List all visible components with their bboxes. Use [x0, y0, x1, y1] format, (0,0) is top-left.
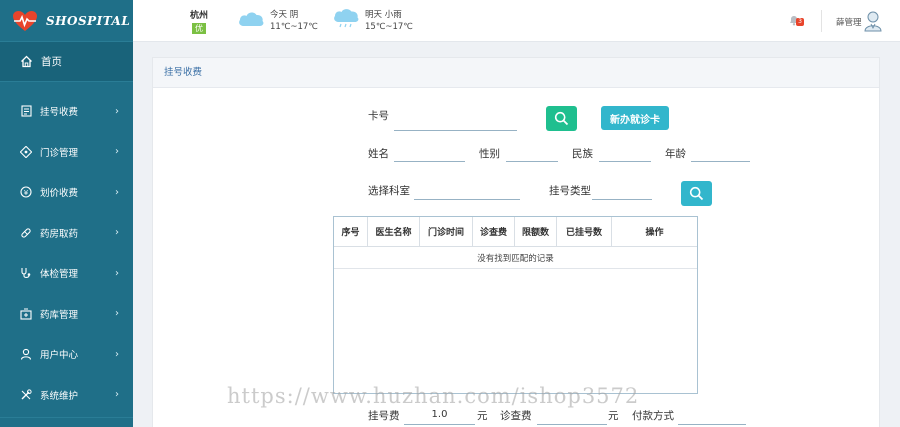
- sidebar-item-warehouse[interactable]: 药库管理 ›: [0, 294, 133, 335]
- table-header: 序号 医生名称 门诊时间 诊查费 限额数 已挂号数 操作: [334, 217, 697, 247]
- sidebar-item-pharmacy[interactable]: 药房取药 ›: [0, 213, 133, 254]
- column-header[interactable]: 已挂号数: [557, 217, 612, 246]
- card-no-input[interactable]: [394, 130, 517, 131]
- weather-today-temp: 11℃~17℃: [270, 22, 318, 32]
- gender-label: 性别: [479, 148, 500, 160]
- home-icon: [21, 55, 32, 68]
- sidebar-item-register[interactable]: 挂号收费 ›: [0, 91, 133, 132]
- logo[interactable]: SHOSPITAL: [0, 0, 133, 42]
- clinic-icon: [20, 145, 32, 158]
- name-input[interactable]: [394, 161, 465, 162]
- card-search-button[interactable]: [546, 106, 577, 131]
- sidebar-item-label: 门诊管理: [40, 147, 79, 159]
- department-label: 选择科室: [368, 185, 410, 197]
- sidebar-item-label: 挂号收费: [40, 107, 79, 119]
- logo-text: SHOSPITAL: [46, 13, 131, 28]
- header-divider: [821, 10, 822, 32]
- sidebar-item-label: 划价收费: [40, 188, 79, 200]
- warehouse-icon: [20, 308, 32, 320]
- air-quality-badge: 优: [192, 23, 206, 34]
- gender-input[interactable]: [506, 161, 558, 162]
- user-icon: [20, 348, 32, 360]
- column-header[interactable]: 门诊时间: [420, 217, 473, 246]
- exam-fee-input[interactable]: [537, 424, 607, 425]
- column-header[interactable]: 操作: [612, 217, 697, 246]
- unit-yuan: 元: [477, 410, 488, 422]
- user-name[interactable]: 薛管理: [836, 16, 862, 28]
- sidebar: SHOSPITAL 首页 挂号收费 › 门诊管理 › ¥ 划价收费 › 药房取药…: [0, 0, 133, 427]
- unit-yuan: 元: [608, 410, 619, 422]
- new-card-button[interactable]: 新办就诊卡: [601, 106, 669, 130]
- top-header: 杭州 优 今天 阴 11℃~17℃ 明天 小雨 15℃~17℃ 3 薛管理: [133, 0, 900, 42]
- svg-text:¥: ¥: [24, 189, 29, 197]
- weather-today-label: 今天 阴: [270, 10, 299, 20]
- doctor-search-button[interactable]: [681, 181, 712, 206]
- sidebar-item-label: 用户中心: [40, 350, 79, 362]
- sidebar-item-label: 药房取药: [40, 228, 79, 240]
- panel-title: 挂号收费: [153, 58, 879, 88]
- pharmacy-icon: [20, 227, 32, 239]
- sidebar-item-clinic[interactable]: 门诊管理 ›: [0, 132, 133, 173]
- sidebar-item-pricing[interactable]: ¥ 划价收费 ›: [0, 172, 133, 213]
- reg-fee-label: 挂号费: [368, 410, 400, 422]
- search-icon: [689, 186, 704, 201]
- chevron-right-icon: ›: [115, 186, 119, 198]
- price-icon: ¥: [20, 186, 32, 198]
- reg-type-select[interactable]: [592, 199, 652, 200]
- ethnicity-input[interactable]: [599, 161, 651, 162]
- age-input[interactable]: [691, 161, 750, 162]
- sidebar-item-user-center[interactable]: 用户中心 ›: [0, 334, 133, 375]
- sidebar-item-label: 首页: [41, 56, 62, 68]
- checkup-icon: [20, 267, 32, 279]
- sidebar-item-label: 系统维护: [40, 390, 79, 402]
- department-select[interactable]: [414, 199, 520, 200]
- column-header[interactable]: 诊查费: [473, 217, 515, 246]
- ethnicity-label: 民族: [572, 148, 593, 160]
- chevron-right-icon: ›: [115, 267, 119, 279]
- sidebar-item-home[interactable]: 首页: [0, 42, 133, 82]
- search-icon: [554, 111, 569, 126]
- weather-tomorrow-temp: 15℃~17℃: [365, 22, 413, 32]
- city-widget: 杭州 优: [190, 8, 208, 34]
- payment-method-select[interactable]: [678, 424, 746, 425]
- chevron-right-icon: ›: [115, 389, 119, 401]
- column-header[interactable]: 医生名称: [368, 217, 420, 246]
- reg-fee-value[interactable]: 1.0: [404, 409, 475, 420]
- reg-fee-input[interactable]: [404, 424, 475, 425]
- name-label: 姓名: [368, 148, 389, 160]
- chevron-right-icon: ›: [115, 146, 119, 158]
- chevron-right-icon: ›: [115, 227, 119, 239]
- weather-tomorrow: 明天 小雨 15℃~17℃: [332, 9, 413, 33]
- weather-today: 今天 阴 11℃~17℃: [237, 9, 318, 33]
- rain-cloud-icon: [334, 9, 359, 28]
- doctor-table: 序号 医生名称 门诊时间 诊查费 限额数 已挂号数 操作 没有找到匹配的记录: [333, 216, 698, 394]
- sidebar-item-label: 药库管理: [40, 309, 79, 321]
- sidebar-item-maintenance[interactable]: 系统维护 ›: [0, 375, 133, 418]
- reg-type-label: 挂号类型: [549, 185, 591, 197]
- heart-pulse-icon: [13, 10, 37, 31]
- empty-table-message: 没有找到匹配的记录: [334, 247, 697, 269]
- avatar[interactable]: [864, 10, 882, 32]
- sidebar-item-checkup[interactable]: 体检管理 ›: [0, 253, 133, 294]
- column-header[interactable]: 序号: [334, 217, 368, 246]
- chevron-right-icon: ›: [115, 105, 119, 117]
- exam-fee-label: 诊查费: [500, 410, 532, 422]
- payment-method-label: 付款方式: [632, 410, 674, 422]
- notification-badge: 3: [796, 18, 804, 26]
- cloud-icon: [239, 12, 264, 26]
- age-label: 年龄: [665, 148, 686, 160]
- register-icon: [20, 105, 32, 117]
- chevron-right-icon: ›: [115, 308, 119, 320]
- chevron-right-icon: ›: [115, 348, 119, 360]
- weather-tomorrow-label: 明天 小雨: [365, 10, 402, 20]
- sidebar-item-label: 体检管理: [40, 269, 79, 281]
- tools-icon: [20, 389, 32, 401]
- card-no-label: 卡号: [368, 110, 389, 122]
- city-name: 杭州: [190, 11, 209, 21]
- column-header[interactable]: 限额数: [515, 217, 557, 246]
